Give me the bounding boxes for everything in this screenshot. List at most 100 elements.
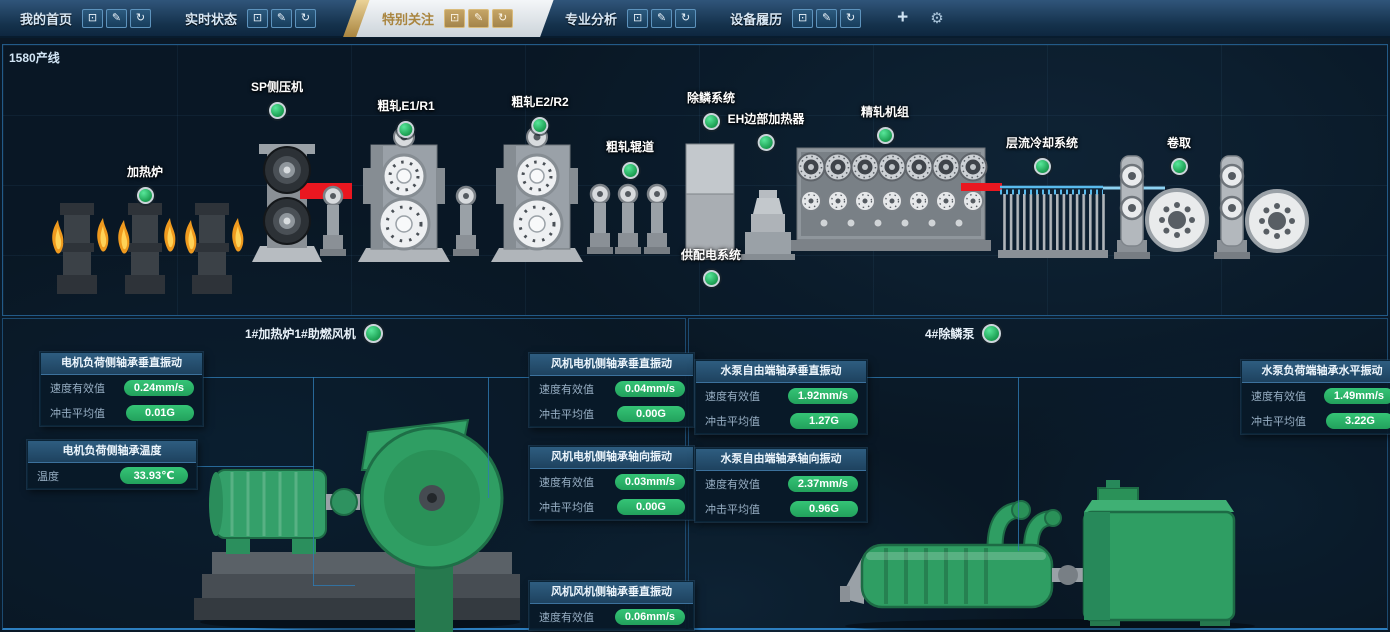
sensor-card-title: 电机负荷侧轴承垂直振动	[41, 353, 202, 375]
edit-icon[interactable]: ✎	[271, 9, 292, 28]
metric-value-badge: 0.04mm/s	[615, 381, 685, 397]
fan-panel-title: 1#加热炉1#助燃风机	[245, 324, 383, 343]
metric-value-badge: 0.03mm/s	[615, 474, 685, 490]
station-label: 层流冷却系统	[1006, 134, 1078, 151]
save-icon[interactable]: ⊡	[82, 9, 103, 28]
sensor-card-title: 水泵自由端轴承轴向振动	[696, 449, 866, 471]
pump-panel-title-text: 4#除鳞泵	[925, 325, 974, 342]
sensor-card-fan-motor-axial: 风机电机侧轴承轴向振动 速度有效值 0.03mm/s 冲击平均值 0.00G	[529, 446, 694, 520]
save-icon[interactable]: ⊡	[444, 9, 465, 28]
tab-special-focus-label: 特别关注	[382, 9, 434, 28]
sensor-card-title: 电机负荷侧轴承温度	[28, 441, 196, 463]
metric-value-badge: 33.93℃	[120, 467, 188, 484]
gear-icon[interactable]: ⚙	[930, 9, 943, 27]
sensor-card-motor-load-vertical: 电机负荷侧轴承垂直振动 速度有效值 0.24mm/s 冲击平均值 0.01G	[40, 352, 203, 426]
station-finishing-mill[interactable]: 精轧机组	[861, 103, 909, 144]
tab-analysis[interactable]: 专业分析 ⊡ ✎ ↻	[553, 0, 708, 37]
descaling-pump-graphic	[840, 460, 1270, 632]
finishing-mill-graphic	[791, 148, 1002, 251]
refresh-icon[interactable]: ↻	[675, 9, 696, 28]
metric-label: 冲击平均值	[705, 501, 760, 517]
save-icon[interactable]: ⊡	[792, 9, 813, 28]
metric-label: 速度有效值	[705, 476, 760, 492]
metric-label: 速度有效值	[705, 388, 760, 404]
save-icon[interactable]: ⊡	[247, 9, 268, 28]
coiler-graphic	[1114, 156, 1307, 259]
status-dot	[136, 187, 153, 204]
status-dot	[1033, 158, 1050, 175]
station-coiler[interactable]: 卷取	[1167, 134, 1191, 175]
connector-line	[313, 377, 314, 586]
tab-realtime[interactable]: 实时状态 ⊡ ✎ ↻	[173, 0, 328, 37]
sensor-card-pump-free-axial: 水泵自由端轴承轴向振动 速度有效值 2.37mm/s 冲击平均值 0.96G	[695, 448, 867, 522]
connector-line	[865, 377, 1241, 378]
metric-label: 冲击平均值	[50, 405, 105, 421]
sensor-card-title: 水泵负荷端轴承水平振动	[1242, 361, 1390, 383]
tab-history[interactable]: 设备履历 ⊡ ✎ ↻	[718, 0, 873, 37]
metric-label: 速度有效值	[50, 380, 105, 396]
status-dot	[397, 121, 414, 138]
metric-value-badge: 0.00G	[617, 499, 685, 515]
station-rough-mill-e1[interactable]: 粗轧E1/R1	[377, 97, 434, 138]
status-dot	[757, 134, 774, 151]
status-dot	[1170, 158, 1187, 175]
sensor-card-pump-load-horizontal: 水泵负荷端轴承水平振动 速度有效值 1.49mm/s 冲击平均值 3.22G	[1241, 360, 1390, 434]
station-roller-table[interactable]: 粗轧辊道	[606, 138, 654, 179]
refresh-icon[interactable]: ↻	[492, 9, 513, 28]
top-nav-bar: 我的首页 ⊡ ✎ ↻ 实时状态 ⊡ ✎ ↻ 特别关注 ⊡ ✎ ↻ 专业分析 ⊡ …	[0, 0, 1390, 38]
sensor-card-title: 风机电机侧轴承垂直振动	[530, 354, 693, 376]
station-label: 粗轧E2/R2	[511, 93, 568, 110]
eh-heater-graphic	[741, 190, 795, 260]
metric-label: 速度有效值	[539, 381, 594, 397]
metric-value-badge: 0.24mm/s	[124, 380, 194, 396]
metric-value-badge: 0.00G	[617, 406, 685, 422]
add-tab-icon[interactable]: +	[897, 7, 908, 29]
refresh-icon[interactable]: ↻	[840, 9, 861, 28]
metric-label: 冲击平均值	[539, 406, 594, 422]
station-laminar-cooling[interactable]: 层流冷却系统	[1006, 134, 1078, 175]
edit-icon[interactable]: ✎	[106, 9, 127, 28]
station-label: 加热炉	[127, 163, 163, 180]
sensor-card-title: 风机风机侧轴承垂直振动	[530, 582, 693, 604]
tab-realtime-label: 实时状态	[185, 9, 237, 28]
status-dot	[876, 127, 893, 144]
station-label: 精轧机组	[861, 103, 909, 120]
station-label: EH边部加热器	[728, 110, 805, 127]
refresh-icon[interactable]: ↻	[130, 9, 151, 28]
metric-value-badge: 1.49mm/s	[1324, 388, 1390, 404]
status-dot	[268, 102, 285, 119]
save-icon[interactable]: ⊡	[627, 9, 648, 28]
station-power-supply[interactable]: 供配电系统	[681, 246, 741, 287]
tab-special-focus[interactable]: 特别关注 ⊡ ✎ ↻	[352, 0, 539, 37]
station-sp-press[interactable]: SP侧压机	[251, 78, 303, 119]
station-furnace[interactable]: 加热炉	[127, 163, 163, 204]
combustion-fan-graphic	[185, 415, 520, 632]
status-dot	[531, 117, 548, 134]
status-dot	[702, 270, 719, 287]
station-label: 卷取	[1167, 134, 1191, 151]
metric-value-badge: 0.96G	[790, 501, 858, 517]
rough-mill-e1-graphic	[358, 127, 450, 262]
station-eh-heater[interactable]: EH边部加热器	[728, 110, 805, 151]
metric-label: 冲击平均值	[705, 413, 760, 429]
connector-line	[195, 466, 314, 467]
metric-label: 冲击平均值	[1251, 413, 1306, 429]
edit-icon[interactable]: ✎	[816, 9, 837, 28]
metric-label: 冲击平均值	[539, 499, 594, 515]
tab-home[interactable]: 我的首页 ⊡ ✎ ↻	[8, 0, 163, 37]
refresh-icon[interactable]: ↻	[295, 9, 316, 28]
fan-panel-title-text: 1#加热炉1#助燃风机	[245, 325, 356, 342]
metric-value-badge: 2.37mm/s	[788, 476, 858, 492]
edit-icon[interactable]: ✎	[468, 9, 489, 28]
pump-panel-title: 4#除鳞泵	[925, 324, 1001, 343]
sensor-card-fan-motor-vertical: 风机电机侧轴承垂直振动 速度有效值 0.04mm/s 冲击平均值 0.00G	[529, 353, 694, 427]
station-rough-mill-e2[interactable]: 粗轧E2/R2	[511, 93, 568, 134]
tab-home-label: 我的首页	[20, 9, 72, 28]
metric-label: 速度有效值	[539, 609, 594, 625]
status-dot	[364, 324, 383, 343]
edit-icon[interactable]: ✎	[651, 9, 672, 28]
metric-label: 速度有效值	[539, 474, 594, 490]
tab-analysis-label: 专业分析	[565, 9, 617, 28]
status-dot	[982, 324, 1001, 343]
station-label: SP侧压机	[251, 78, 303, 95]
